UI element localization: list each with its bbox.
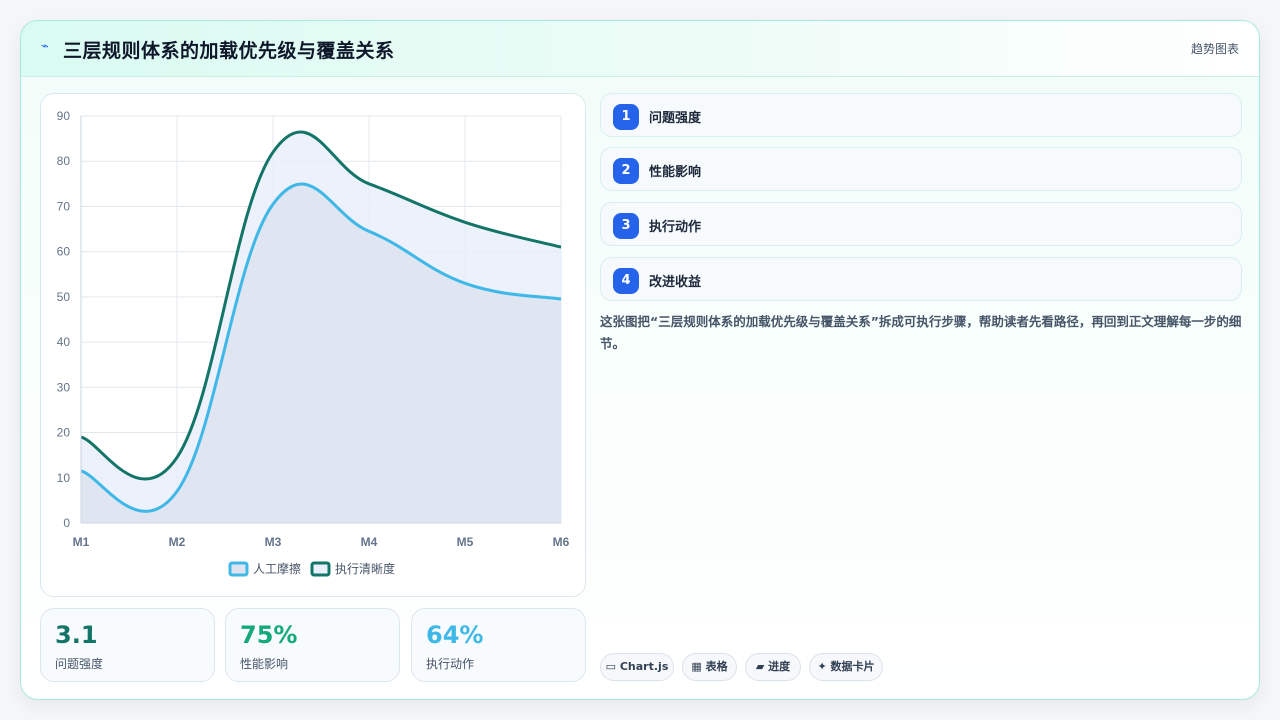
header-tag: 趋势图表 — [1190, 42, 1239, 56]
chip-table[interactable]: ▦ 表格 — [682, 653, 737, 681]
x-tick-label: M4 — [361, 535, 378, 549]
legend-label: 执行清晰度 — [335, 561, 395, 576]
step-number-badge: 2 — [613, 158, 639, 184]
stat-label: 问题强度 — [55, 657, 104, 671]
y-tick-label: 40 — [57, 335, 71, 349]
chip-data-card[interactable]: ✦ 数据卡片 — [809, 653, 883, 681]
chip-label: 表格 — [705, 660, 728, 673]
step-number-badge: 1 — [613, 104, 639, 130]
chip-label: 进度 — [768, 660, 791, 673]
step-label: 改进收益 — [649, 275, 702, 290]
x-tick-label: M1 — [73, 535, 90, 549]
y-tick-label: 70 — [57, 199, 71, 213]
step-number-badge: 4 — [613, 268, 639, 294]
table-icon: ▦ — [691, 660, 702, 673]
legend-swatch — [228, 561, 249, 577]
y-tick-label: 50 — [57, 290, 71, 304]
y-tick-label: 60 — [57, 245, 71, 259]
chip-progress[interactable]: ▰ 进度 — [745, 653, 801, 681]
chart-icon: ▭ — [605, 660, 617, 673]
step-item-1[interactable]: 1 问题强度 — [600, 93, 1242, 137]
step-number-badge: 3 — [613, 213, 639, 239]
chip-chartjs[interactable]: ▭ Chart.js — [600, 653, 674, 681]
x-tick-label: M3 — [265, 535, 282, 549]
sparkle-icon: ✦ — [817, 660, 827, 673]
y-tick-label: 20 — [57, 426, 71, 440]
chip-label: Chart.js — [619, 660, 669, 673]
x-tick-label: M6 — [553, 535, 570, 549]
progress-icon: ▰ — [755, 660, 765, 673]
stat-card-performance-impact: 75% 性能影响 — [225, 608, 400, 682]
trend-icon: ⌁ — [41, 39, 49, 54]
y-tick-label: 80 — [57, 154, 71, 168]
stat-value: 75% — [240, 621, 298, 649]
x-tick-label: M5 — [457, 535, 474, 549]
step-label: 执行动作 — [649, 220, 702, 235]
legend-swatch — [310, 561, 331, 577]
stat-label: 执行动作 — [426, 657, 475, 671]
stat-card-problem-intensity: 3.1 问题强度 — [40, 608, 215, 682]
chart-panel: 0 10 20 30 40 50 60 70 80 90 M1 M2 M3 M4 M5 M6 人工摩擦 执行清晰度 — [40, 93, 586, 597]
y-tick-label: 90 — [57, 109, 71, 123]
y-tick-label: 0 — [63, 516, 70, 530]
step-label: 问题强度 — [649, 111, 702, 126]
step-item-2[interactable]: 2 性能影响 — [600, 147, 1242, 191]
step-item-4[interactable]: 4 改进收益 — [600, 257, 1242, 301]
stat-card-execution-action: 64% 执行动作 — [411, 608, 586, 682]
stat-value: 64% — [426, 621, 484, 649]
y-tick-label: 10 — [57, 471, 71, 485]
stat-value: 3.1 — [55, 621, 98, 649]
chip-label: 数据卡片 — [830, 660, 875, 673]
page-title: 三层规则体系的加载优先级与覆盖关系 — [63, 40, 395, 62]
step-label: 性能影响 — [649, 165, 702, 180]
stat-label: 性能影响 — [240, 657, 289, 671]
legend-label: 人工摩擦 — [253, 561, 301, 576]
description-text: 这张图把“三层规则体系的加载优先级与覆盖关系”拆成可执行步骤，帮助读者先看路径，… — [600, 314, 1242, 351]
area-chart: 0 10 20 30 40 50 60 70 80 90 M1 M2 M3 M4 M5 M6 人工摩擦 执行清晰度 — [57, 109, 570, 577]
x-tick-label: M2 — [169, 535, 186, 549]
step-item-3[interactable]: 3 执行动作 — [600, 202, 1242, 246]
y-tick-label: 30 — [57, 380, 71, 394]
dashboard-card: ⌁ 三层规则体系的加载优先级与覆盖关系 趋势图表 0 10 20 30 40 50 60 70… — [20, 20, 1260, 700]
card-header: ⌁ 三层规则体系的加载优先级与覆盖关系 趋势图表 — [21, 21, 1259, 77]
